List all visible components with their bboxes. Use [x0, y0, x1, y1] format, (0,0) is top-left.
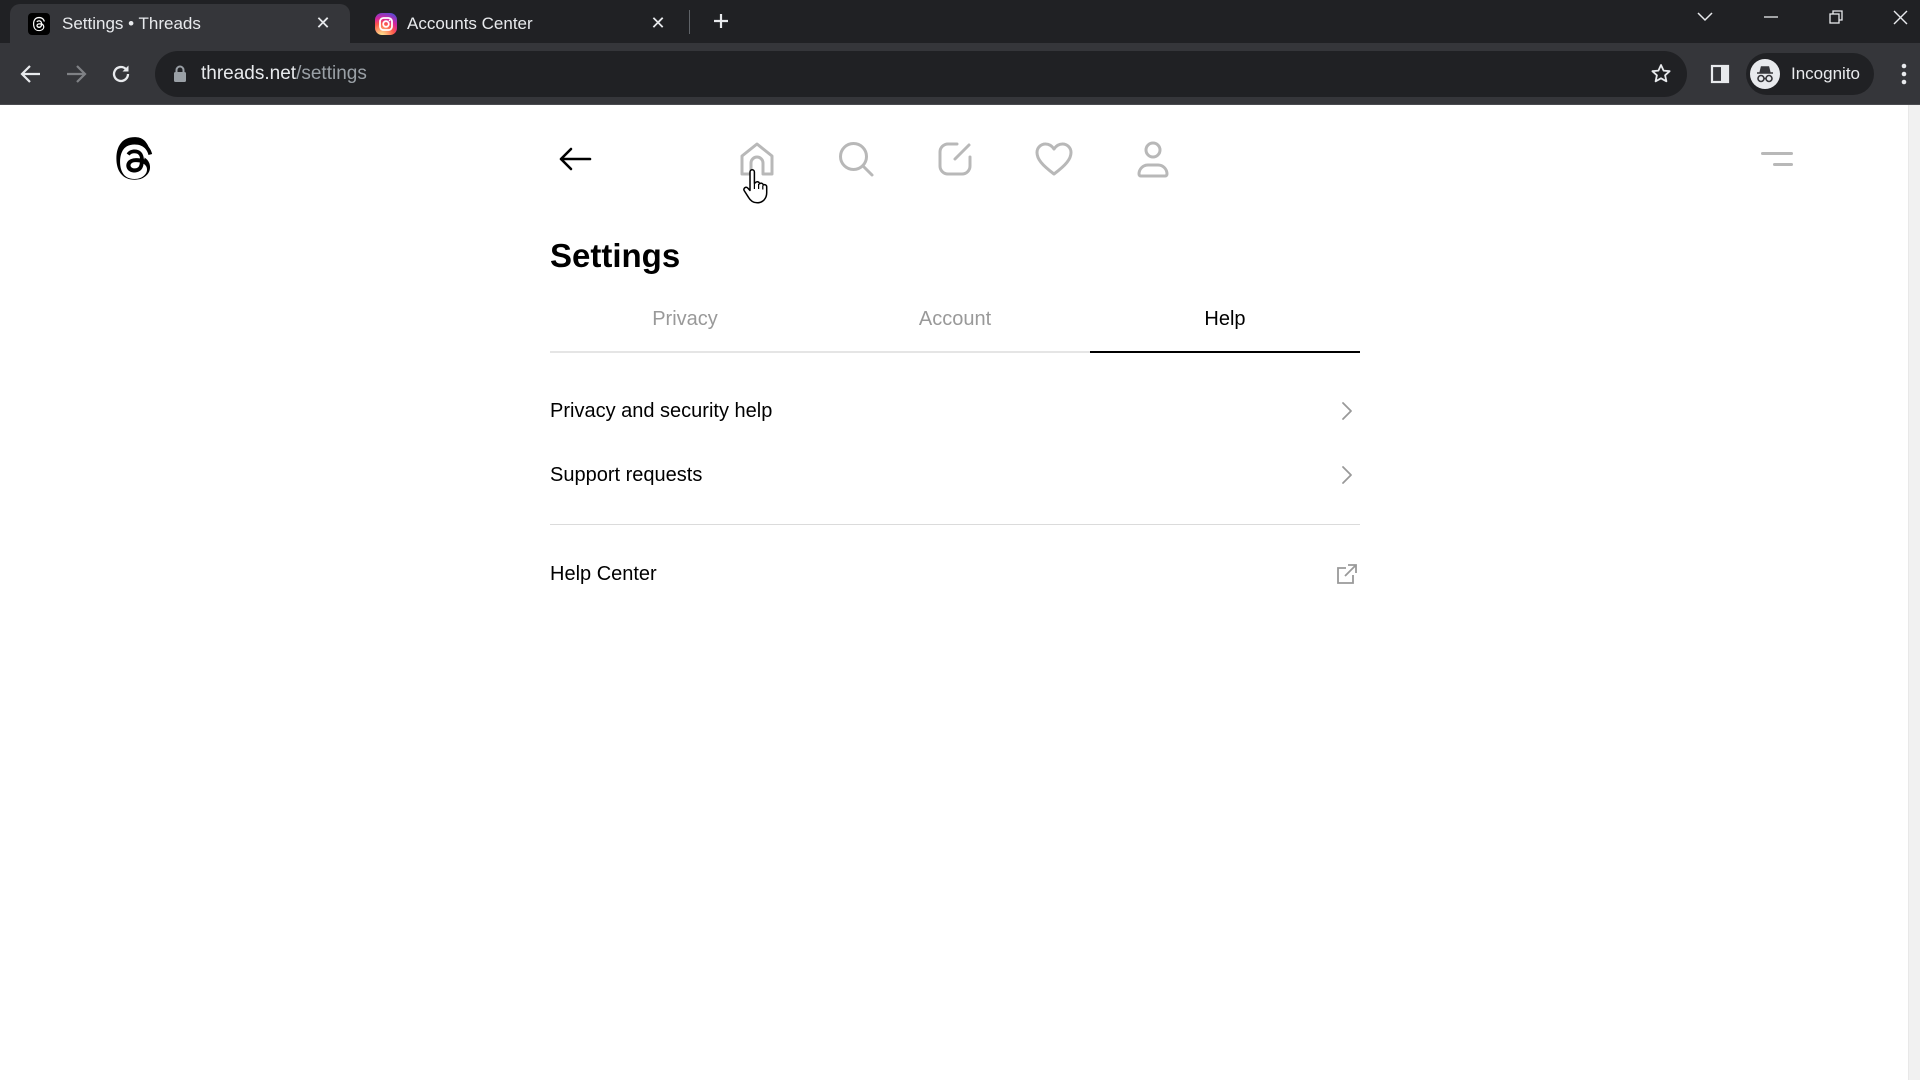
threads-page: Settings Privacy Account Help Privacy an…: [0, 105, 1920, 1080]
tab-title: Settings • Threads: [62, 14, 201, 33]
list-item-label: Support requests: [550, 463, 703, 486]
instagram-favicon-icon: [375, 13, 397, 35]
tab-help[interactable]: Help: [1090, 301, 1360, 353]
nav-home-button[interactable]: [733, 135, 781, 183]
browser-back-button[interactable]: [14, 57, 48, 91]
close-tab-icon[interactable]: ✕: [647, 12, 669, 34]
settings-content: Settings Privacy Account Help Privacy an…: [550, 233, 1360, 606]
incognito-icon: [1750, 59, 1780, 89]
close-tab-icon[interactable]: ✕: [312, 12, 334, 34]
incognito-label: Incognito: [1791, 64, 1860, 83]
chevron-down-icon: [1697, 12, 1713, 22]
list-item-help-center[interactable]: Help Center: [550, 542, 1360, 606]
chevron-right-icon: [1334, 462, 1360, 488]
bookmark-star-icon[interactable]: [1649, 62, 1673, 86]
list-item-support-requests[interactable]: Support requests: [550, 443, 1360, 507]
menu-line-icon: [1761, 152, 1793, 155]
plus-icon: [714, 14, 728, 28]
hamburger-menu-button[interactable]: [1757, 143, 1793, 175]
chevron-right-icon: [1334, 398, 1360, 424]
page-title: Settings: [550, 237, 681, 274]
reload-icon: [112, 65, 130, 83]
browser-forward-button[interactable]: [59, 57, 93, 91]
close-window-button[interactable]: [1875, 0, 1920, 34]
help-list: Privacy and security help Support reques…: [550, 379, 1360, 606]
reload-button[interactable]: [104, 57, 138, 91]
threads-logo-icon[interactable]: [112, 137, 156, 185]
menu-line-icon: [1773, 163, 1793, 166]
profile-icon: [1137, 141, 1169, 178]
section-divider: [550, 524, 1360, 525]
heart-icon: [1035, 142, 1073, 176]
side-panel-icon: [1710, 64, 1730, 84]
list-item-label: Privacy and security help: [550, 399, 773, 422]
nav-activity-button[interactable]: [1030, 135, 1078, 183]
restore-button[interactable]: [1811, 0, 1861, 34]
tab-divider: [689, 10, 690, 34]
url-domain: threads.net: [201, 63, 297, 84]
nav-search-button[interactable]: [832, 135, 880, 183]
more-vertical-icon: [1901, 63, 1907, 85]
address-bar[interactable]: threads.net/settings: [155, 51, 1687, 97]
arrow-right-icon: [67, 65, 87, 83]
browser-menu-button[interactable]: [1892, 59, 1916, 89]
compose-icon: [938, 142, 972, 176]
url-text[interactable]: threads.net/settings: [201, 63, 367, 85]
nav-profile-button[interactable]: [1129, 135, 1177, 183]
browser-toolbar: threads.net/settings Incognito: [0, 43, 1920, 105]
list-item-label: Help Center: [550, 562, 657, 585]
threads-favicon-icon: [28, 13, 50, 35]
search-icon: [839, 142, 874, 177]
tab-title: Accounts Center: [407, 14, 533, 33]
page-scrollbar[interactable]: [1908, 105, 1920, 1080]
browser-tab-accounts-center[interactable]: Accounts Center ✕: [355, 4, 685, 43]
settings-tabs: Privacy Account Help: [550, 301, 1360, 353]
back-button[interactable]: [555, 141, 595, 177]
arrow-left-icon: [20, 65, 40, 83]
nav-compose-button[interactable]: [931, 135, 979, 183]
url-path: /settings: [296, 63, 367, 84]
lock-icon: [174, 65, 186, 82]
new-tab-button[interactable]: [707, 7, 735, 35]
browser-tabstrip: Settings • Threads ✕ Accounts Center ✕: [0, 0, 1920, 43]
close-icon: [1893, 10, 1907, 24]
side-panel-button[interactable]: [1705, 59, 1735, 89]
incognito-profile-button[interactable]: Incognito: [1746, 53, 1874, 95]
tab-account[interactable]: Account: [820, 301, 1090, 351]
restore-icon: [1829, 10, 1843, 24]
tab-search-button[interactable]: [1680, 0, 1730, 34]
home-icon: [740, 142, 774, 176]
list-item-privacy-security-help[interactable]: Privacy and security help: [550, 379, 1360, 443]
tab-privacy[interactable]: Privacy: [550, 301, 820, 351]
external-link-icon: [1334, 561, 1360, 587]
minimize-icon: [1764, 16, 1778, 18]
browser-tab-settings-threads[interactable]: Settings • Threads ✕: [10, 4, 350, 43]
back-arrow-icon: [559, 147, 592, 171]
minimize-button[interactable]: [1746, 0, 1796, 34]
